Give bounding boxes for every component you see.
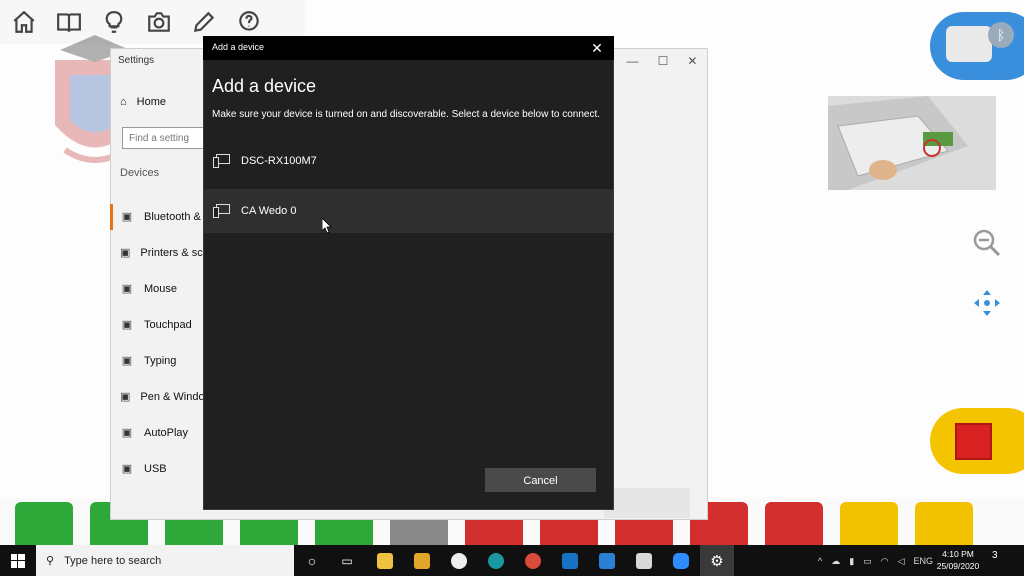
volume-icon[interactable]: ◁ <box>898 556 905 567</box>
settings-nav-label: Pen & Windo <box>140 391 203 403</box>
search-placeholder: Type here to search <box>64 554 162 567</box>
help-icon[interactable] <box>233 6 265 38</box>
device-name: CA Wedo 0 <box>241 205 297 217</box>
settings-nav-item[interactable]: ▣ Touchpad <box>110 312 203 338</box>
minimize-icon[interactable]: — <box>627 54 639 68</box>
find-setting-input[interactable]: Find a setting <box>122 127 208 149</box>
device-icon <box>213 154 231 168</box>
cortana-icon[interactable]: ○ <box>300 549 324 573</box>
notification-center-icon[interactable]: 3 <box>992 550 1010 568</box>
close-icon[interactable]: ✕ <box>589 39 605 57</box>
home-label: Home <box>136 96 166 108</box>
dialog-description: Make sure your device is turned on and d… <box>212 109 600 120</box>
palette-block[interactable] <box>840 502 898 546</box>
settings-nav-item[interactable]: ▣ Mouse <box>110 276 203 302</box>
settings-nav-item[interactable]: ▣ Pen & Windo <box>110 384 203 410</box>
settings-nav-label: Touchpad <box>144 319 192 331</box>
language-indicator[interactable]: ENG <box>913 556 933 566</box>
pen-icon: ▣ <box>120 391 131 403</box>
dialog-heading: Add a device <box>212 76 317 96</box>
zoom-app-icon[interactable] <box>669 549 693 573</box>
stop-icon <box>955 423 992 460</box>
dialog-titlebar <box>203 36 614 60</box>
section-heading: Devices <box>120 167 160 179</box>
settings-nav-item[interactable]: ▣ Bluetooth & <box>110 204 203 230</box>
printer-icon: ▣ <box>120 247 131 259</box>
obs-icon[interactable] <box>447 549 471 573</box>
file-manager-icon[interactable] <box>410 549 434 573</box>
device-list-item[interactable]: CA Wedo 0 <box>204 189 613 233</box>
bluetooth-devices-icon: ▣ <box>121 211 133 223</box>
notification-count: 3 <box>992 550 998 561</box>
battery-icon[interactable]: ▭ <box>863 556 872 567</box>
settings-nav-item[interactable]: ▣ AutoPlay <box>110 420 203 446</box>
device-list-item[interactable]: DSC-RX100M7 <box>204 139 613 183</box>
close-icon[interactable]: ✕ <box>687 54 697 68</box>
palette-block[interactable] <box>765 502 823 546</box>
taskbar-search[interactable]: ⚲ Type here to search <box>36 545 294 576</box>
settings-footer-area <box>604 488 690 518</box>
wifi-icon[interactable]: ◠ <box>881 556 889 567</box>
settings-nav-item[interactable]: ▣ USB <box>110 456 203 482</box>
mouse-cursor-icon <box>322 218 332 234</box>
cancel-button[interactable]: Cancel <box>485 468 596 492</box>
chevron-up-icon[interactable]: ^ <box>818 556 822 566</box>
settings-nav-label: Bluetooth & <box>144 211 201 223</box>
usb-icon: ▣ <box>121 463 133 475</box>
cloud-icon[interactable]: ☁ <box>831 556 840 567</box>
mail-icon[interactable] <box>595 549 619 573</box>
outlook-icon[interactable] <box>558 549 582 573</box>
mouse-icon: ▣ <box>121 283 133 295</box>
start-button[interactable] <box>0 545 36 576</box>
settings-gear-icon[interactable]: ⚙ <box>700 545 734 576</box>
bluetooth-icon: ᛒ <box>988 22 1014 48</box>
autoplay-icon: ▣ <box>121 427 133 439</box>
wedo-hub-icon <box>946 26 992 62</box>
maximize-icon[interactable]: ☐ <box>658 54 669 68</box>
chrome-icon[interactable] <box>521 549 545 573</box>
clock-time: 4:10 PM <box>942 549 974 559</box>
device-name: DSC-RX100M7 <box>241 155 317 167</box>
video-thumbnail[interactable] <box>828 96 996 190</box>
lego-wedo-app-icon[interactable] <box>632 549 656 573</box>
settings-nav-item[interactable]: ▣ Printers & sca <box>110 240 203 266</box>
settings-nav-label: Printers & sca <box>140 247 203 259</box>
dialog-window-title: Add a device <box>212 42 265 52</box>
settings-nav-label: Typing <box>144 355 177 367</box>
task-view-icon[interactable]: ▭ <box>335 549 359 573</box>
palette-block[interactable] <box>915 502 973 546</box>
clock-date: 25/09/2020 <box>936 561 980 571</box>
fit-to-screen-icon[interactable] <box>972 288 1002 318</box>
touchpad-icon: ▣ <box>121 319 133 331</box>
home-icon[interactable] <box>8 6 40 38</box>
windows-logo-icon <box>11 553 25 568</box>
settings-nav-item[interactable]: ▣ Typing <box>110 348 203 374</box>
microphone-icon[interactable]: ▮ <box>849 556 854 567</box>
file-explorer-icon[interactable] <box>373 549 397 573</box>
pencil-icon[interactable] <box>188 6 220 38</box>
settings-title: Settings <box>118 55 155 66</box>
palette-block[interactable] <box>15 502 73 546</box>
search-icon: ⚲ <box>46 555 55 567</box>
settings-nav-label: AutoPlay <box>144 427 189 439</box>
settings-nav-label: USB <box>144 463 167 475</box>
device-icon <box>213 204 231 218</box>
settings-nav-label: Mouse <box>144 283 178 295</box>
window-controls: — ☐ ✕ <box>617 50 707 72</box>
system-tray: ^ ☁ ▮ ▭ ◠ ◁ ENG <box>818 548 933 574</box>
keyboard-icon: ▣ <box>121 355 133 367</box>
laptop-photo <box>828 96 996 190</box>
clock[interactable]: 4:10 PM 25/09/2020 <box>932 548 984 572</box>
home-icon: ⌂ <box>120 96 127 108</box>
zoom-out-icon[interactable] <box>972 228 1002 258</box>
arduino-icon[interactable] <box>484 549 508 573</box>
settings-home[interactable]: ⌂ Home <box>120 96 166 108</box>
